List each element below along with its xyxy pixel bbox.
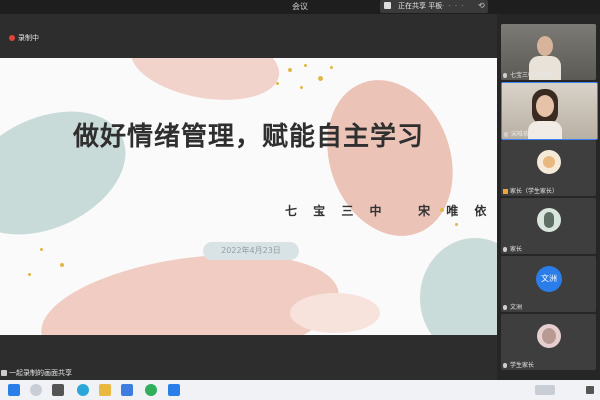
participant-name: 家长	[510, 246, 523, 253]
windows-start-icon[interactable]	[8, 384, 20, 396]
share-caption: 一起录制的画面共享	[0, 368, 120, 379]
share-caption-icon	[1, 370, 7, 376]
participant-tile[interactable]: 文洲 文洲	[501, 256, 596, 312]
screen-share-indicator[interactable]: 正在共享 平板 · · · ·	[380, 0, 488, 13]
participant-name: 文洲	[510, 304, 523, 311]
participant-name: 学生家长	[510, 362, 535, 369]
file-explorer-icon[interactable]	[99, 384, 111, 396]
search-icon[interactable]	[30, 384, 42, 396]
task-view-icon[interactable]	[52, 384, 64, 396]
store-icon[interactable]	[121, 384, 133, 396]
recording-label: 录制中	[18, 34, 39, 42]
decor-pink-blob	[125, 58, 285, 111]
participant-name: 家长（学生家长）	[510, 188, 559, 195]
decor-dot	[455, 223, 458, 226]
mic-icon	[503, 73, 507, 78]
record-icon	[9, 35, 15, 41]
person-head	[536, 95, 554, 117]
participant-name: 七宝三中 宋唯依	[510, 72, 554, 79]
avatar-face	[542, 328, 556, 344]
edge-icon[interactable]	[77, 384, 89, 396]
screen-share-label: 正在共享 平板	[398, 2, 443, 10]
mic-icon	[504, 132, 508, 137]
decor-dot	[40, 248, 43, 251]
slide-title: 做好情绪管理，赋能自主学习	[72, 122, 424, 152]
app-icon[interactable]	[145, 384, 157, 396]
notification-icon[interactable]	[586, 386, 594, 394]
signal-dots-icon: · · · ·	[442, 2, 465, 10]
decor-dot	[304, 64, 307, 67]
participant-tile[interactable]: 七宝三中 宋唯依	[501, 24, 596, 80]
host-icon	[503, 189, 508, 194]
decor-dot	[60, 263, 64, 267]
mic-icon	[503, 247, 507, 252]
decor-dot	[300, 86, 303, 89]
avatar-initials: 文洲	[536, 266, 562, 292]
participant-name: 宋唯依	[511, 131, 530, 138]
decor-teal-blob	[420, 238, 497, 335]
window-title: 会议	[292, 2, 308, 11]
decor-dot	[288, 68, 292, 72]
decor-dot	[330, 66, 333, 69]
os-taskbar	[0, 380, 600, 400]
person-head	[537, 36, 553, 56]
slide-date: 2022年4月23日	[203, 242, 299, 260]
participant-tile[interactable]: 家长	[501, 198, 596, 254]
avatar-face	[543, 156, 555, 168]
share-caption-label: 一起录制的画面共享	[9, 369, 72, 377]
decor-pink-blob	[306, 62, 474, 254]
decor-peach-blob	[290, 293, 380, 333]
screen-share-icon	[384, 2, 391, 9]
decor-dot	[276, 82, 279, 85]
avatar-figure	[544, 212, 554, 228]
participant-tile[interactable]: 宋唯依	[501, 82, 598, 140]
decor-dot	[318, 76, 323, 81]
exit-share-button[interactable]: ⟲	[478, 1, 485, 10]
recording-badge[interactable]: 录制中	[9, 33, 43, 43]
mic-icon	[503, 363, 507, 368]
participant-tile[interactable]: 家长（学生家长）	[501, 140, 596, 196]
decor-dot	[28, 273, 31, 276]
shared-slide: 做好情绪管理，赋能自主学习 七 宝 三 中 宋 唯 依 2022年4月23日	[0, 58, 497, 335]
person-body	[528, 121, 562, 139]
slide-author: 七 宝 三 中 宋 唯 依	[285, 204, 493, 218]
participant-tile[interactable]: 学生家长	[501, 314, 596, 370]
decor-teal-blob	[0, 87, 146, 259]
mic-icon	[503, 305, 507, 310]
meeting-app-icon[interactable]	[168, 384, 180, 396]
system-tray[interactable]	[535, 385, 555, 395]
